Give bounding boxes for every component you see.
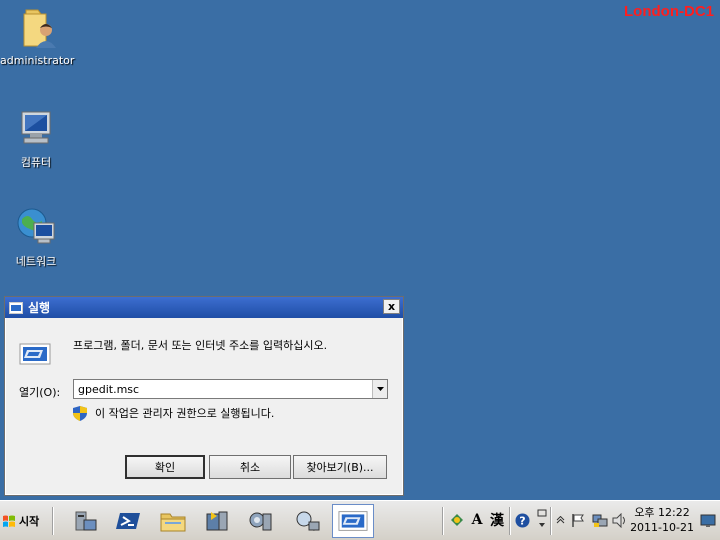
ime-icon: [451, 514, 463, 526]
clock-date: 2011-10-21: [630, 521, 694, 534]
admin-note: 이 작업은 관리자 권한으로 실행됩니다.: [73, 405, 274, 421]
ime-help-button[interactable]: ?: [514, 511, 530, 529]
desktop-icon-label: 컴퓨터: [20, 156, 52, 169]
taskbar-tools[interactable]: [240, 504, 282, 538]
powershell-icon: [116, 513, 140, 529]
taskbar-network-tool[interactable]: [286, 504, 328, 538]
clock[interactable]: 오후 12:22 2011-10-21: [630, 505, 694, 535]
run-description: 프로그램, 폴더, 문서 또는 인터넷 주소를 입력하십시오.: [73, 339, 328, 352]
svg-text:?: ?: [519, 514, 525, 527]
computer-icon: [21, 111, 51, 144]
ime-mode-toggle[interactable]: A: [469, 511, 485, 529]
show-desktop-icon: [700, 514, 716, 527]
language-bar-icon[interactable]: [450, 511, 464, 529]
windows-logo-icon: [3, 515, 15, 527]
admin-note-text: 이 작업은 관리자 권한으로 실행됩니다.: [95, 407, 275, 420]
run-program-icon: [19, 343, 51, 365]
admin-tools-icon: [249, 512, 272, 531]
taskbar-separator: [550, 507, 552, 535]
run-program-icon: [338, 511, 368, 531]
start-label: 시작: [19, 515, 40, 528]
network-icon: [17, 208, 55, 244]
ime-hanja-toggle[interactable]: 漢: [488, 511, 506, 529]
taskbar-group-policy[interactable]: [196, 504, 238, 538]
cancel-button[interactable]: 취소: [209, 455, 291, 479]
chevron-up-icon: [556, 516, 564, 524]
browse-button[interactable]: 찾아보기(B)...: [293, 455, 387, 479]
show-desktop-button[interactable]: [700, 514, 716, 531]
user-folder-icon: [23, 9, 56, 48]
taskbar-separator: [52, 507, 54, 535]
taskbar-separator: [509, 507, 511, 535]
server-manager-icon: [75, 511, 97, 531]
policy-icon: [206, 511, 228, 531]
taskbar-powershell[interactable]: [108, 504, 150, 538]
folder-icon: [160, 513, 186, 532]
help-icon: ?: [515, 513, 529, 527]
ok-button[interactable]: 확인: [125, 455, 205, 479]
show-hidden-icons-button[interactable]: [555, 511, 565, 529]
run-dialog-title: 실행: [28, 301, 51, 315]
desktop-icon-administrator[interactable]: administrator: [0, 6, 75, 67]
open-input[interactable]: gpedit.msc: [78, 383, 139, 396]
run-dialog: 실행 x 프로그램, 폴더, 문서 또는 인터넷 주소를 입력하십시오. 열기(…: [4, 296, 404, 496]
options-icon: [537, 509, 547, 527]
action-center-icon[interactable]: [570, 511, 586, 529]
network-status-icon: [592, 514, 608, 527]
run-icon: [9, 301, 23, 314]
network-search-icon: [296, 511, 320, 532]
ime-options-button[interactable]: [536, 509, 548, 529]
uac-shield-icon: [73, 405, 87, 421]
taskbar-explorer[interactable]: [152, 504, 194, 538]
speaker-icon: [612, 512, 625, 528]
combo-dropdown-button[interactable]: [372, 380, 387, 398]
volume-tray-icon[interactable]: [612, 511, 628, 529]
desktop-icon-computer[interactable]: 컴퓨터: [0, 106, 72, 170]
desktop-icon-label: 네트워크: [15, 255, 57, 268]
chevron-down-icon: [376, 387, 384, 391]
open-label: 열기(O):: [19, 386, 61, 399]
start-button[interactable]: 시작: [2, 509, 46, 533]
taskbar-server-manager[interactable]: [64, 504, 106, 538]
clock-time: 오후 12:22: [634, 506, 690, 519]
taskbar-separator: [442, 507, 444, 535]
flag-icon: [572, 513, 584, 527]
taskbar-run-dialog[interactable]: [332, 504, 374, 538]
taskbar: 시작 A 漢 ? 오후 12:22 2011-10-21: [0, 500, 720, 540]
close-button[interactable]: x: [383, 299, 400, 314]
machine-name-label: London-DC1: [624, 3, 714, 20]
desktop-icon-label: administrator: [0, 54, 75, 67]
desktop-icon-network[interactable]: 네트워크: [0, 205, 72, 269]
open-combobox[interactable]: gpedit.msc: [73, 379, 388, 399]
network-tray-icon[interactable]: [592, 511, 608, 529]
run-dialog-titlebar[interactable]: 실행 x: [5, 297, 403, 318]
